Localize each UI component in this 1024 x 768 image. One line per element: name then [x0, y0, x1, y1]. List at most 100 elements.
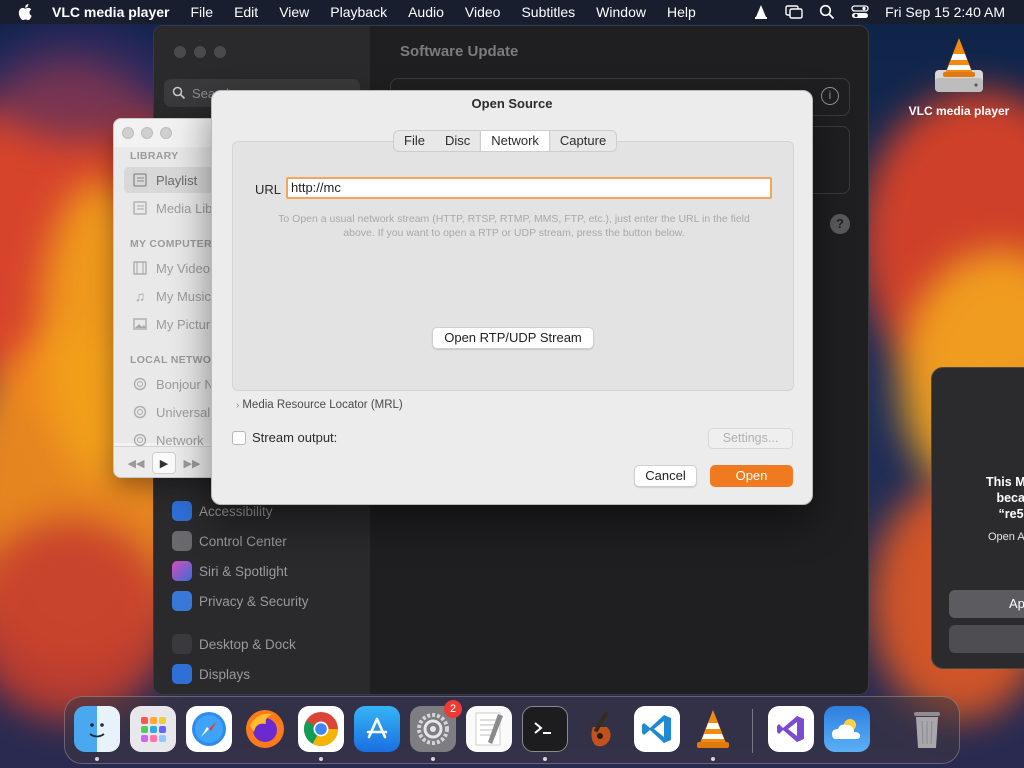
settings-traffic-lights — [174, 46, 226, 58]
dialog-title: Open Source — [471, 96, 553, 111]
section-local-network: LOCAL NETWO — [130, 354, 212, 366]
system-settings-icon[interactable]: 2 — [410, 700, 462, 752]
menu-help[interactable]: Help — [667, 4, 696, 20]
tab-network[interactable]: Network — [480, 131, 550, 151]
mrl-label: Media Resource Locator (MRL) — [242, 399, 403, 411]
dock: 2 — [64, 696, 960, 764]
alert-line: “re579 — [998, 507, 1024, 521]
stream-settings-button[interactable]: Settings... — [708, 428, 793, 449]
menu-window[interactable]: Window — [596, 4, 646, 20]
url-input[interactable]: http://mc — [286, 177, 772, 199]
control-center-icon — [172, 531, 192, 551]
picture-icon — [132, 318, 148, 330]
spotlight-search-icon[interactable] — [819, 4, 835, 20]
menu-file[interactable]: File — [191, 4, 214, 20]
screen-mirroring-icon[interactable] — [785, 4, 803, 20]
safari-icon[interactable] — [186, 706, 232, 752]
menu-bar: VLC media player File Edit View Playback… — [0, 0, 1024, 24]
tab-disc[interactable]: Disc — [435, 131, 480, 151]
firefox-icon[interactable] — [242, 706, 288, 752]
open-button[interactable]: Open — [710, 465, 793, 487]
minimize-icon[interactable] — [194, 46, 206, 58]
alert-message: This Mac c becaus “re579 — [958, 474, 1024, 522]
section-my-computer: MY COMPUTER — [130, 238, 212, 250]
weather-icon[interactable] — [824, 706, 870, 752]
chrome-icon[interactable] — [298, 706, 344, 752]
terminal-icon[interactable] — [522, 706, 568, 752]
sidebar-item-desktop-dock[interactable]: Desktop & Dock — [172, 634, 296, 654]
notification-badge: 2 — [444, 700, 462, 718]
tab-capture[interactable]: Capture — [550, 131, 616, 151]
menubar-clock[interactable]: Fri Sep 15 2:40 AM — [885, 4, 1005, 20]
trash-icon[interactable] — [904, 706, 950, 752]
open-rtp-udp-stream-button[interactable]: Open RTP/UDP Stream — [432, 327, 594, 349]
launchpad-icon[interactable] — [130, 706, 176, 752]
rewind-icon[interactable]: ◀◀ — [124, 452, 148, 474]
url-label: URL — [255, 182, 282, 197]
control-center-icon[interactable] — [851, 4, 869, 20]
sidebar-item-displays[interactable]: Displays — [172, 664, 250, 684]
settings-page-title: Software Update — [400, 43, 519, 60]
menu-edit[interactable]: Edit — [234, 4, 258, 20]
minimize-icon[interactable] — [141, 127, 153, 139]
menu-audio[interactable]: Audio — [408, 4, 444, 20]
network-globe-icon — [132, 377, 148, 391]
finder-icon[interactable] — [74, 706, 120, 752]
visual-studio-icon[interactable] — [768, 706, 814, 752]
menu-video[interactable]: Video — [465, 4, 501, 20]
open-source-dialog: Open Source File Disc Network Capture UR… — [211, 90, 813, 505]
alert-line: becaus — [996, 491, 1024, 505]
alert-primary-button[interactable]: Ap — [949, 590, 1024, 618]
vlc-status-icon[interactable] — [753, 4, 769, 20]
sidebar-item-label: My Video — [156, 260, 210, 276]
sidebar-item-label: My Music — [156, 288, 211, 304]
menu-subtitles[interactable]: Subtitles — [521, 4, 575, 20]
menu-playback[interactable]: Playback — [330, 4, 387, 20]
url-hint-text: To Open a usual network stream (HTTP, RT… — [278, 213, 750, 239]
accessibility-icon — [172, 501, 192, 521]
sidebar-item-label: My Pictur — [156, 316, 211, 332]
mrl-disclosure[interactable]: › Media Resource Locator (MRL) — [236, 399, 403, 411]
search-icon — [172, 86, 186, 100]
sidebar-item-label: Universal — [156, 404, 211, 420]
app-store-icon[interactable] — [354, 706, 400, 752]
desktop-vlc-icon[interactable]: VLC media player — [900, 34, 1018, 118]
stream-output-row: Stream output: — [232, 430, 337, 445]
vlc-icon[interactable] — [690, 706, 736, 752]
fast-forward-icon[interactable]: ▶▶ — [180, 452, 204, 474]
music-note-icon: ♫ — [134, 288, 146, 304]
help-icon[interactable]: ? — [830, 214, 850, 234]
playlist-traffic-lights — [122, 127, 172, 139]
zoom-icon[interactable] — [214, 46, 226, 58]
security-alert-dialog: This Mac c becaus “re579 Open A Ap — [931, 367, 1024, 669]
sidebar-item-label: Accessibility — [199, 503, 273, 519]
alert-subtext: Open A — [988, 531, 1024, 543]
source-tabs: File Disc Network Capture — [393, 130, 618, 152]
vlc-disk-icon — [931, 34, 987, 98]
menu-view[interactable]: View — [279, 4, 309, 20]
garageband-icon[interactable] — [578, 706, 624, 752]
textedit-icon[interactable] — [466, 706, 512, 752]
close-icon[interactable] — [174, 46, 186, 58]
play-icon[interactable]: ▶ — [152, 452, 176, 474]
tab-file[interactable]: File — [394, 131, 435, 151]
info-icon[interactable]: i — [821, 87, 839, 105]
network-globe-icon — [132, 405, 148, 419]
stream-output-checkbox[interactable] — [232, 430, 246, 445]
menu-app-name[interactable]: VLC media player — [52, 4, 170, 20]
sidebar-item-control-center[interactable]: Control Center — [172, 531, 287, 551]
sidebar-item-label: Bonjour N — [156, 376, 214, 392]
playlist-icon — [132, 173, 148, 187]
close-icon[interactable] — [122, 127, 134, 139]
alert-secondary-button[interactable] — [949, 625, 1024, 653]
displays-icon — [172, 664, 192, 684]
siri-icon — [172, 561, 192, 581]
zoom-icon[interactable] — [160, 127, 172, 139]
apple-menu-icon[interactable] — [18, 4, 38, 20]
vscode-icon[interactable] — [634, 706, 680, 752]
sidebar-item-privacy[interactable]: Privacy & Security — [172, 591, 309, 611]
sidebar-item-siri[interactable]: Siri & Spotlight — [172, 561, 288, 581]
section-library: LIBRARY — [130, 150, 179, 162]
chevron-right-icon: › — [236, 399, 240, 411]
cancel-button[interactable]: Cancel — [634, 465, 697, 487]
